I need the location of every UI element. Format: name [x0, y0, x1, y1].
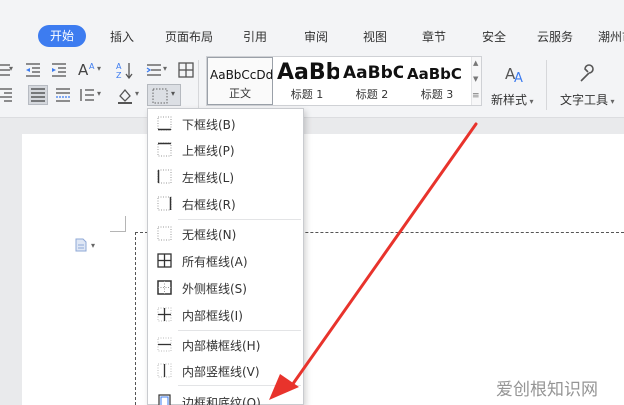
menu-item-label: 内部横框线(H)	[182, 339, 261, 353]
menu-item-inside-vertical[interactable]: 内部竖框线(V)	[148, 358, 303, 384]
bottom-border-icon	[157, 116, 172, 131]
justify-icon[interactable]	[28, 85, 48, 105]
right-border-icon	[157, 196, 172, 211]
menu-item-label: 左框线(L)	[182, 171, 235, 185]
divider	[198, 60, 199, 110]
left-border-icon	[157, 169, 172, 184]
distributed-align-icon[interactable]	[54, 86, 72, 104]
menu-item-label: 无框线(N)	[182, 228, 237, 242]
chevron-down-icon[interactable]: ▾	[9, 64, 13, 73]
divider	[546, 60, 547, 110]
menu-separator	[178, 385, 301, 386]
expand-icon: ≡	[472, 91, 480, 101]
wrench-icon[interactable]	[575, 62, 599, 86]
menu-item-outside-borders[interactable]: 外侧框线(S)	[148, 275, 303, 301]
style-heading-1[interactable]: AaBb 标题 1	[275, 57, 339, 105]
menu-item-no-border[interactable]: 无框线(N)	[148, 221, 303, 247]
menu-bar: 开始 插入 页面布局 引用 审阅 视图 章节 安全 云服务 潮州市	[0, 0, 624, 52]
menu-separator	[178, 330, 301, 331]
menu-item-label: 内部竖框线(V)	[182, 365, 260, 379]
crop-mark	[110, 231, 126, 232]
style-label: 标题 1	[290, 88, 324, 101]
watermark: 爱创根知识网	[496, 380, 598, 400]
style-label: 标题 3	[420, 88, 454, 101]
menu-item-top-border[interactable]: 上框线(P)	[148, 137, 303, 163]
tab-extra[interactable]: 潮州市	[598, 26, 624, 48]
tab-review[interactable]: 审阅	[304, 26, 328, 48]
style-preview: AaBbC	[407, 65, 462, 83]
table-icon[interactable]	[177, 61, 195, 79]
menu-item-label: 边框和底纹(O)...	[182, 396, 273, 405]
style-preview: AaBbCcDd	[210, 68, 273, 82]
menu-item-label: 内部框线(I)	[182, 309, 243, 323]
increase-indent-icon[interactable]	[50, 61, 68, 79]
chevron-down-icon[interactable]: ▾	[97, 89, 101, 98]
tab-start[interactable]: 开始	[38, 25, 87, 47]
chevron-down-icon[interactable]: ▾	[97, 64, 101, 73]
tab-chapter[interactable]: 章节	[422, 26, 446, 48]
menu-item-label: 上框线(P)	[182, 144, 235, 158]
tab-cloud-service[interactable]: 云服务	[537, 26, 573, 48]
tab-insert[interactable]: 插入	[110, 26, 134, 48]
menu-item-label: 右框线(R)	[182, 198, 236, 212]
menu-item-label: 外侧框线(S)	[182, 282, 247, 296]
text-tools-label[interactable]: 文字工具 ▾	[560, 91, 615, 108]
all-borders-icon	[157, 253, 172, 268]
style-preview: AaBb	[277, 60, 339, 85]
sort-icon[interactable]: AZ	[116, 61, 134, 79]
menu-item-right-border[interactable]: 右框线(R)	[148, 191, 303, 217]
svg-text:A: A	[116, 62, 122, 71]
chevron-down-icon[interactable]: ▾	[91, 241, 95, 250]
menu-item-bottom-border[interactable]: 下框线(B)	[148, 111, 303, 137]
svg-text:A: A	[78, 61, 89, 78]
inside-horizontal-border-icon	[157, 337, 172, 352]
chevron-up-icon: ▲	[473, 59, 479, 67]
decrease-indent-icon[interactable]	[24, 61, 42, 79]
menu-item-borders-and-shading[interactable]: 边框和底纹(O)...	[148, 389, 303, 405]
menu-item-inside-horizontal[interactable]: 内部横框线(H)	[148, 332, 303, 358]
styles-gallery: AaBbCcDd 正文 AaBb 标题 1 AaBbC 标题 2 AaBbC 标…	[206, 56, 482, 106]
outside-borders-icon	[157, 280, 172, 295]
change-case-icon[interactable]: AA	[78, 60, 96, 78]
chevron-down-icon: ▾	[171, 89, 176, 98]
style-normal[interactable]: AaBbCcDd 正文	[207, 57, 273, 105]
svg-text:Z: Z	[116, 71, 122, 79]
menu-item-all-borders[interactable]: 所有框线(A)	[148, 248, 303, 274]
menu-item-left-border[interactable]: 左框线(L)	[148, 164, 303, 190]
top-border-icon	[157, 142, 172, 157]
tab-view[interactable]: 视图	[363, 26, 387, 48]
menu-item-inside-borders[interactable]: 内部框线(I)	[148, 302, 303, 328]
align-right-icon[interactable]	[0, 86, 14, 104]
svg-text:A: A	[514, 71, 523, 86]
menu-separator	[178, 219, 301, 220]
no-border-icon	[157, 226, 172, 241]
menu-item-label: 下框线(B)	[182, 118, 236, 132]
chevron-down-icon[interactable]: ▾	[163, 64, 167, 73]
border-dropdown-menu: 下框线(B) 上框线(P) 左框线(L) 右框线(R) 无框线(N) 所有框线(…	[147, 108, 304, 405]
inside-vertical-border-icon	[157, 363, 172, 378]
borders-button[interactable]: ▾	[147, 84, 181, 106]
style-label: 标题 2	[355, 88, 389, 101]
new-style-label[interactable]: 新样式 ▾	[491, 91, 534, 108]
tab-references[interactable]: 引用	[243, 26, 267, 48]
chevron-down-icon: ▼	[473, 75, 479, 83]
borders-and-shading-icon	[157, 394, 172, 405]
paragraph-handle-icon[interactable]	[74, 238, 88, 252]
style-heading-3[interactable]: AaBbC 标题 3	[405, 57, 469, 105]
tab-page-layout[interactable]: 页面布局	[165, 26, 213, 48]
style-label: 正文	[229, 87, 251, 100]
new-style-icon[interactable]: AA	[504, 62, 528, 86]
tab-security[interactable]: 安全	[482, 26, 506, 48]
style-preview: AaBbC	[343, 63, 403, 83]
crop-mark	[125, 216, 126, 232]
line-spacing-icon[interactable]	[145, 61, 163, 79]
style-heading-2[interactable]: AaBbC 标题 2	[341, 57, 403, 105]
inside-borders-icon	[157, 307, 172, 322]
menu-item-label: 所有框线(A)	[182, 255, 248, 269]
svg-text:A: A	[89, 62, 95, 71]
paragraph-spacing-icon[interactable]	[78, 86, 96, 104]
shading-icon[interactable]	[116, 86, 134, 104]
styles-scrollbar[interactable]: ▲ ▼ ≡	[471, 57, 481, 105]
chevron-down-icon[interactable]: ▾	[135, 89, 139, 98]
